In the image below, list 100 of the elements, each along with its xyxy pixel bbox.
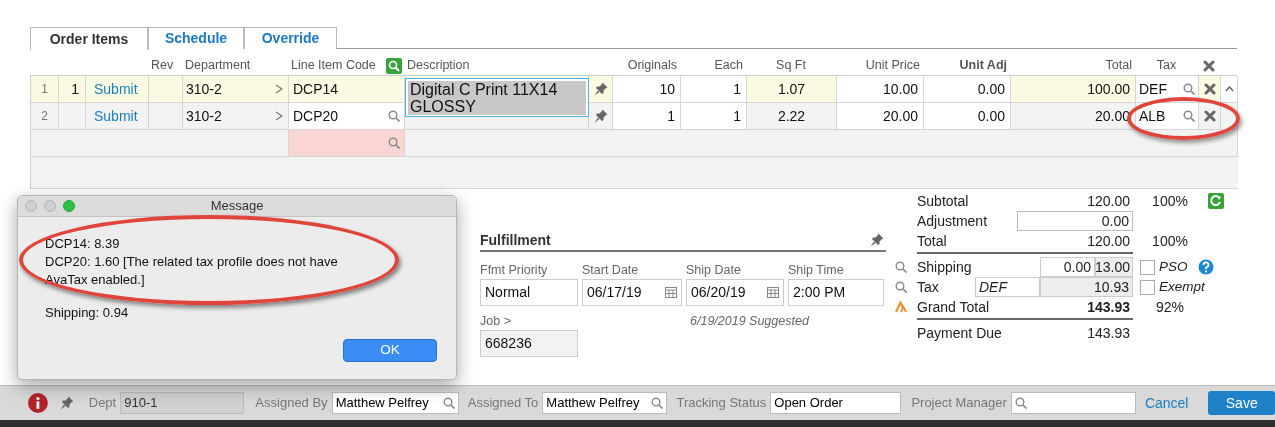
total-value: 143.93 — [1087, 323, 1131, 343]
column-header: Originals — [626, 57, 678, 75]
section-title: Fulfillment — [480, 230, 551, 250]
table-cell-text: 310-2 — [186, 106, 222, 126]
search-icon[interactable] — [1183, 83, 1195, 95]
message-text: DCP20: 1.60 [The related tax profile does not have AvaTax enabled.] — [45, 253, 339, 289]
pin-icon[interactable] — [593, 109, 608, 123]
input-field[interactable]: 668236 — [480, 330, 578, 357]
submit-link[interactable]: Submit — [86, 78, 138, 100]
suggestion-text: 6/19/2019 Suggested — [690, 313, 809, 330]
total-value: 120.00 — [1087, 231, 1131, 251]
tab[interactable]: Override — [244, 27, 337, 49]
search-icon[interactable] — [386, 57, 402, 74]
input-field[interactable]: 910-1 — [120, 392, 245, 414]
search-icon[interactable] — [388, 110, 400, 122]
table-cell-text: 20.00 — [1094, 106, 1130, 126]
total-value: 120.00 — [1087, 191, 1131, 211]
column-header: Line Item Code — [290, 57, 377, 75]
column-header: Tax — [1155, 57, 1178, 75]
scroll-up-icon[interactable] — [1224, 86, 1234, 92]
input-field[interactable]: 1 — [733, 105, 741, 127]
avatax-icon[interactable] — [895, 301, 907, 313]
table-cell-text: 310-2 — [186, 79, 222, 99]
tab[interactable]: Schedule — [148, 27, 244, 49]
delete-icon[interactable] — [1203, 83, 1216, 95]
search-icon[interactable] — [895, 281, 907, 293]
input-field[interactable]: Open Order — [770, 392, 902, 414]
field-label: Start Date — [582, 262, 640, 279]
input-field[interactable]: DEF — [975, 277, 1040, 297]
input-field[interactable]: Normal — [480, 279, 578, 306]
total-label: Shipping — [917, 257, 973, 277]
pin-icon[interactable] — [870, 233, 884, 247]
total-label: Tax — [917, 277, 940, 297]
pin-icon[interactable] — [593, 82, 608, 96]
help-icon[interactable] — [1197, 259, 1214, 275]
total-label: Subtotal — [917, 191, 970, 211]
total-value: 143.93 — [1087, 297, 1131, 317]
search-icon[interactable] — [1183, 110, 1195, 122]
input-field[interactable]: 0.00 — [1040, 257, 1095, 277]
search-icon[interactable] — [388, 137, 400, 149]
input-field[interactable]: Matthew Pelfrey — [542, 392, 668, 414]
column-header: Unit Price — [864, 57, 921, 75]
input-field[interactable]: 1 — [667, 105, 675, 127]
table-cell-text: 100.00 — [1087, 79, 1130, 99]
search-icon[interactable] — [651, 397, 664, 409]
field-label: Assigned To — [467, 394, 539, 413]
input-field[interactable] — [289, 130, 405, 157]
input-field[interactable] — [1010, 392, 1136, 414]
field-label: Dept — [88, 394, 117, 413]
input-field[interactable]: 13.00 — [1095, 257, 1133, 277]
input-field[interactable]: 06/20/19 — [686, 279, 784, 306]
search-icon[interactable] — [895, 261, 907, 273]
input-field[interactable]: 1 — [733, 78, 741, 100]
input-field[interactable]: Matthew Pelfrey — [331, 392, 459, 414]
total-label: Payment Due — [917, 323, 1003, 343]
checkbox-label: Exempt — [1159, 277, 1205, 296]
percent-value: 92% — [1155, 297, 1185, 317]
input-field[interactable]: 0.00 — [1017, 211, 1133, 231]
message-text: Shipping: 0.94 — [45, 304, 130, 322]
checkbox-label: PSO — [1159, 257, 1188, 276]
calendar-icon[interactable] — [767, 287, 779, 298]
column-header: Sq Ft — [775, 57, 807, 75]
save-button[interactable]: Save — [1208, 391, 1275, 415]
checkbox[interactable] — [1140, 259, 1155, 275]
field-label: Tracking Status — [676, 394, 767, 413]
column-header: Description — [406, 57, 471, 75]
input-field[interactable]: DCP20 — [289, 103, 405, 130]
column-header: Department — [184, 57, 252, 75]
chevron-icon — [275, 84, 283, 94]
field-label: Ffmt Priority — [480, 262, 549, 279]
column-header: Unit Adj — [958, 57, 1008, 75]
search-icon[interactable] — [1014, 397, 1027, 409]
column-header: Rev — [150, 57, 175, 75]
pin-icon[interactable] — [59, 396, 74, 410]
submit-link[interactable]: Submit — [86, 105, 138, 127]
info-icon[interactable] — [28, 393, 48, 413]
input-field[interactable]: 06/17/19 — [582, 279, 682, 306]
total-label: Grand Total — [917, 297, 991, 317]
message-text: DCP14: 8.39 — [45, 235, 121, 253]
table-cell-text: 1.07 — [777, 79, 806, 99]
input-field[interactable]: ALB — [1136, 103, 1199, 130]
field-label: Project Manager — [911, 394, 1007, 413]
input-field[interactable]: 10 — [659, 78, 675, 100]
tab[interactable]: Order Items — [30, 27, 148, 50]
percent-value: 100% — [1151, 191, 1189, 211]
delete-icon[interactable] — [1203, 59, 1215, 72]
row-number: 1 — [41, 81, 48, 98]
column-header: Each — [713, 57, 744, 75]
input-field[interactable]: DEF — [1136, 76, 1199, 103]
calendar-icon[interactable] — [665, 287, 677, 298]
chevron-icon — [275, 111, 283, 121]
refresh-icon[interactable] — [1208, 193, 1224, 209]
table-cell-text: 1 — [71, 79, 79, 99]
checkbox[interactable] — [1140, 279, 1155, 295]
delete-icon[interactable] — [1203, 110, 1216, 122]
total-label: Total — [917, 231, 948, 251]
input-field[interactable]: 2:00 PM — [788, 279, 884, 306]
input-field[interactable]: 10.93 — [1040, 277, 1133, 297]
job-link[interactable]: Job > — [480, 312, 578, 330]
search-icon[interactable] — [442, 397, 455, 409]
